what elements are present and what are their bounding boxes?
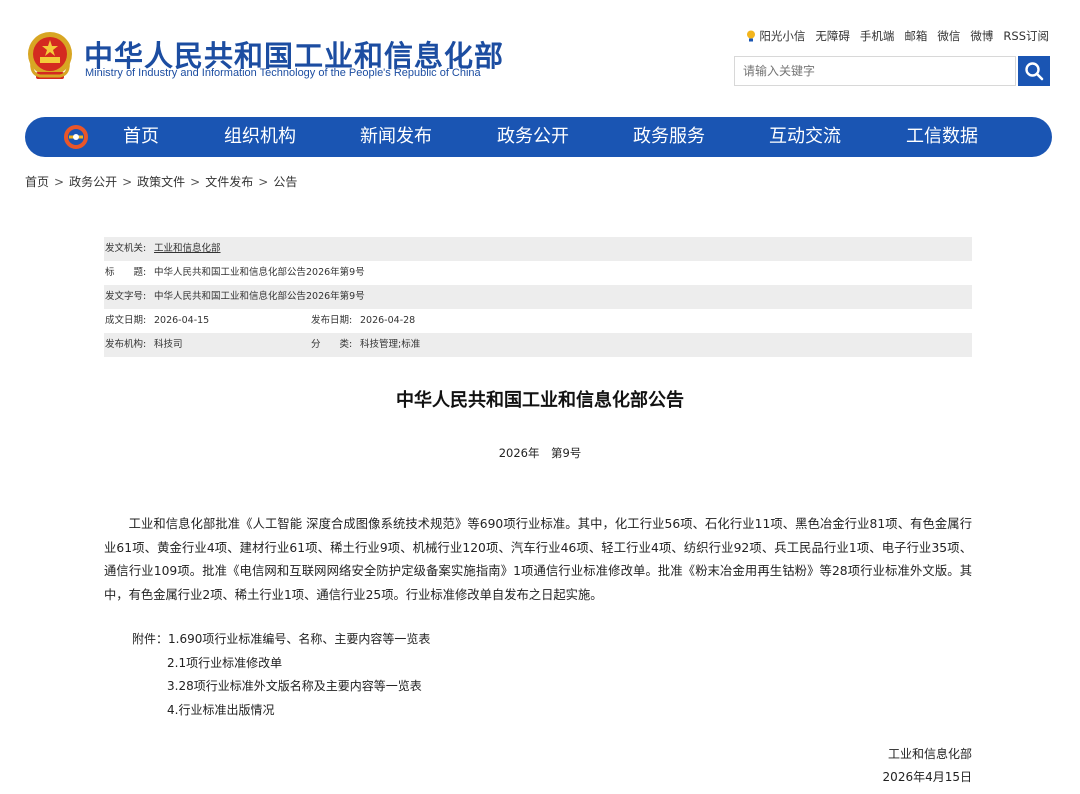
search-icon bbox=[1025, 62, 1044, 81]
meta-row-title: 标 题: 中华人民共和国工业和信息化部公告2026年第9号 bbox=[104, 261, 972, 285]
toplink-sunshine[interactable]: 阳光小信 bbox=[746, 28, 805, 44]
miit-logo-icon[interactable] bbox=[63, 124, 89, 150]
meta-written-date: 2026-04-15 bbox=[154, 315, 210, 326]
meta-row-doc-number: 发文字号: 中华人民共和国工业和信息化部公告2026年第9号 bbox=[104, 285, 972, 309]
document-body: 工业和信息化部批准《人工智能 深度合成图像系统技术规范》等690项行业标准。其中… bbox=[104, 517, 972, 602]
search-input[interactable] bbox=[735, 57, 1015, 85]
site-title-en[interactable]: Ministry of Industry and Information Tec… bbox=[85, 67, 481, 79]
document-number: 2026年 第9号 bbox=[498, 446, 582, 460]
lamp-icon bbox=[747, 30, 756, 42]
attachment-item[interactable]: 附件：1.690项行业标准编号、名称、主要内容等一览表 bbox=[132, 628, 430, 652]
breadcrumb-separator: > bbox=[258, 175, 269, 189]
breadcrumb-notice[interactable]: 公告 bbox=[273, 175, 297, 189]
breadcrumb-public-affairs[interactable]: 政务公开 bbox=[69, 175, 117, 189]
breadcrumb-home[interactable]: 首页 bbox=[25, 175, 49, 189]
main-nav: 首页 组织机构 新闻发布 政务公开 政务服务 互动交流 工信数据 bbox=[25, 117, 1052, 157]
document-meta-table: 发文机关: 工业和信息化部 标 题: 中华人民共和国工业和信息化部公告2026年… bbox=[104, 237, 972, 357]
meta-row-org: 发布机构: 科技司 分 类: 科技管理;标准 bbox=[104, 333, 972, 357]
breadcrumb-releases[interactable]: 文件发布 bbox=[205, 175, 253, 189]
attachments-list: 附件：1.690项行业标准编号、名称、主要内容等一览表 2.1项行业标准修改单 … bbox=[132, 628, 430, 722]
meta-row-dates: 成文日期: 2026-04-15 发布日期: 2026-04-28 bbox=[104, 309, 972, 333]
nav-data[interactable]: 工信数据 bbox=[906, 117, 978, 157]
meta-label: 成文日期: bbox=[105, 315, 147, 326]
search-box bbox=[734, 56, 1016, 86]
meta-published-date: 2026-04-28 bbox=[360, 315, 416, 326]
breadcrumb-policy[interactable]: 政策文件 bbox=[137, 175, 185, 189]
meta-category: 科技管理;标准 bbox=[360, 339, 421, 350]
meta-label: 发文机关: bbox=[105, 243, 147, 254]
nav-interaction[interactable]: 互动交流 bbox=[769, 117, 841, 157]
breadcrumb-separator: > bbox=[122, 175, 133, 189]
meta-label: 标 题: bbox=[105, 267, 147, 278]
document-title: 中华人民共和国工业和信息化部公告 bbox=[396, 390, 684, 411]
attachment-item[interactable]: 4.行业标准出版情况 bbox=[132, 699, 430, 723]
attachment-item[interactable]: 2.1项行业标准修改单 bbox=[132, 652, 430, 676]
signature-org: 工业和信息化部 bbox=[887, 747, 972, 761]
meta-row-issuer: 发文机关: 工业和信息化部 bbox=[104, 237, 972, 261]
meta-title: 中华人民共和国工业和信息化部公告2026年第9号 bbox=[154, 267, 365, 278]
nav-home[interactable]: 首页 bbox=[123, 117, 159, 157]
toplink-rss[interactable]: RSS订阅 bbox=[1003, 28, 1049, 44]
meta-label: 发文字号: bbox=[105, 291, 147, 302]
meta-label: 发布日期: bbox=[311, 315, 353, 326]
toplink-mail[interactable]: 邮箱 bbox=[904, 28, 927, 44]
toplink-mobile[interactable]: 手机端 bbox=[860, 28, 895, 44]
toplink-weibo[interactable]: 微博 bbox=[970, 28, 993, 44]
toplink-accessibility[interactable]: 无障碍 bbox=[815, 28, 850, 44]
meta-doc-number: 中华人民共和国工业和信息化部公告2026年第9号 bbox=[154, 291, 365, 302]
national-emblem-icon bbox=[26, 30, 74, 82]
nav-services[interactable]: 政务服务 bbox=[633, 117, 705, 157]
toplink-wechat[interactable]: 微信 bbox=[937, 28, 960, 44]
nav-public-affairs[interactable]: 政务公开 bbox=[497, 117, 569, 157]
meta-org: 科技司 bbox=[154, 339, 183, 350]
meta-label: 分 类: bbox=[311, 339, 353, 350]
meta-label: 发布机构: bbox=[105, 339, 147, 350]
breadcrumb: 首页 > 政务公开 > 政策文件 > 文件发布 > 公告 bbox=[25, 173, 297, 190]
nav-organization[interactable]: 组织机构 bbox=[224, 117, 296, 157]
breadcrumb-separator: > bbox=[190, 175, 201, 189]
top-links: 阳光小信 无障碍 手机端 邮箱 微信 微博 RSS订阅 bbox=[746, 28, 1049, 44]
nav-news[interactable]: 新闻发布 bbox=[360, 117, 432, 157]
signature-date: 2026年4月15日 bbox=[882, 770, 972, 784]
breadcrumb-separator: > bbox=[54, 175, 65, 189]
attachment-item[interactable]: 3.28项行业标准外文版名称及主要内容等一览表 bbox=[132, 675, 430, 699]
meta-issuer[interactable]: 工业和信息化部 bbox=[154, 237, 221, 261]
search-button[interactable] bbox=[1018, 56, 1050, 86]
